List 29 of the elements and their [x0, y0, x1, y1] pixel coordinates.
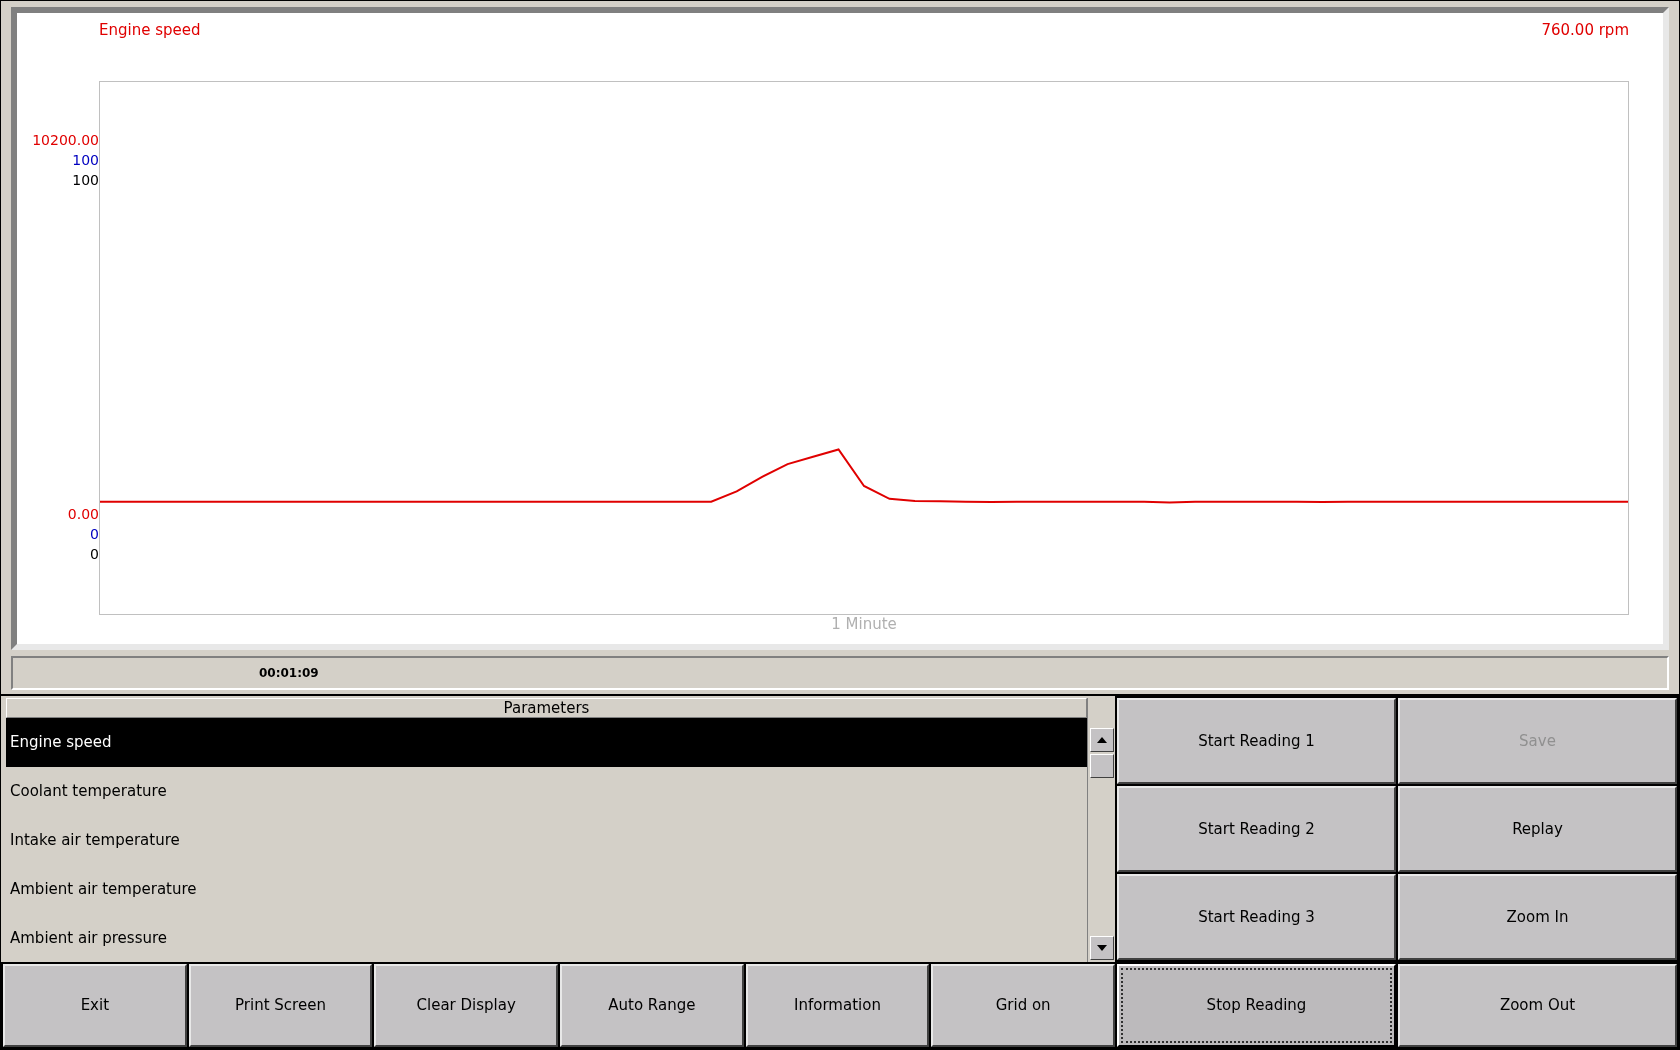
axis-tick-label: 0: [90, 546, 99, 562]
axis-tick-label: 100: [72, 152, 99, 169]
action-button[interactable]: Auto Range: [560, 963, 744, 1047]
axis-tick-label: 100: [72, 172, 99, 189]
scroll-down-icon[interactable]: [1090, 935, 1114, 960]
action-button[interactable]: Replay: [1398, 785, 1677, 872]
elapsed-time: 00:01:09: [259, 665, 319, 680]
axis-tick-label: 10200.00: [32, 132, 99, 149]
action-button[interactable]: Start Reading 3: [1117, 873, 1396, 960]
action-button[interactable]: Grid on: [931, 963, 1115, 1047]
series-label: Engine speed: [99, 21, 201, 41]
list-header: Parameters: [6, 697, 1087, 718]
action-button[interactable]: Print Screen: [188, 963, 373, 1047]
scrollbar[interactable]: [1087, 697, 1115, 962]
x-axis-label: 1 Minute: [830, 615, 898, 633]
scroll-thumb[interactable]: [1090, 753, 1114, 778]
action-button[interactable]: Zoom In: [1398, 873, 1677, 960]
reading-value: 760.00 rpm: [1541, 21, 1629, 41]
axis-tick-label: 0: [90, 526, 99, 542]
axis-tick-label: 0.00: [67, 506, 99, 522]
parameter-item[interactable]: Engine speed: [6, 717, 1087, 767]
action-button[interactable]: Zoom Out: [1398, 963, 1677, 1047]
scroll-up-icon[interactable]: [1090, 727, 1114, 752]
action-button[interactable]: Start Reading 2: [1117, 785, 1396, 872]
action-button[interactable]: Information: [745, 963, 930, 1047]
action-button[interactable]: Exit: [3, 963, 187, 1047]
action-button[interactable]: Stop Reading: [1117, 963, 1396, 1047]
action-button[interactable]: Clear Display: [374, 963, 558, 1047]
action-button[interactable]: Start Reading 1: [1117, 697, 1396, 784]
